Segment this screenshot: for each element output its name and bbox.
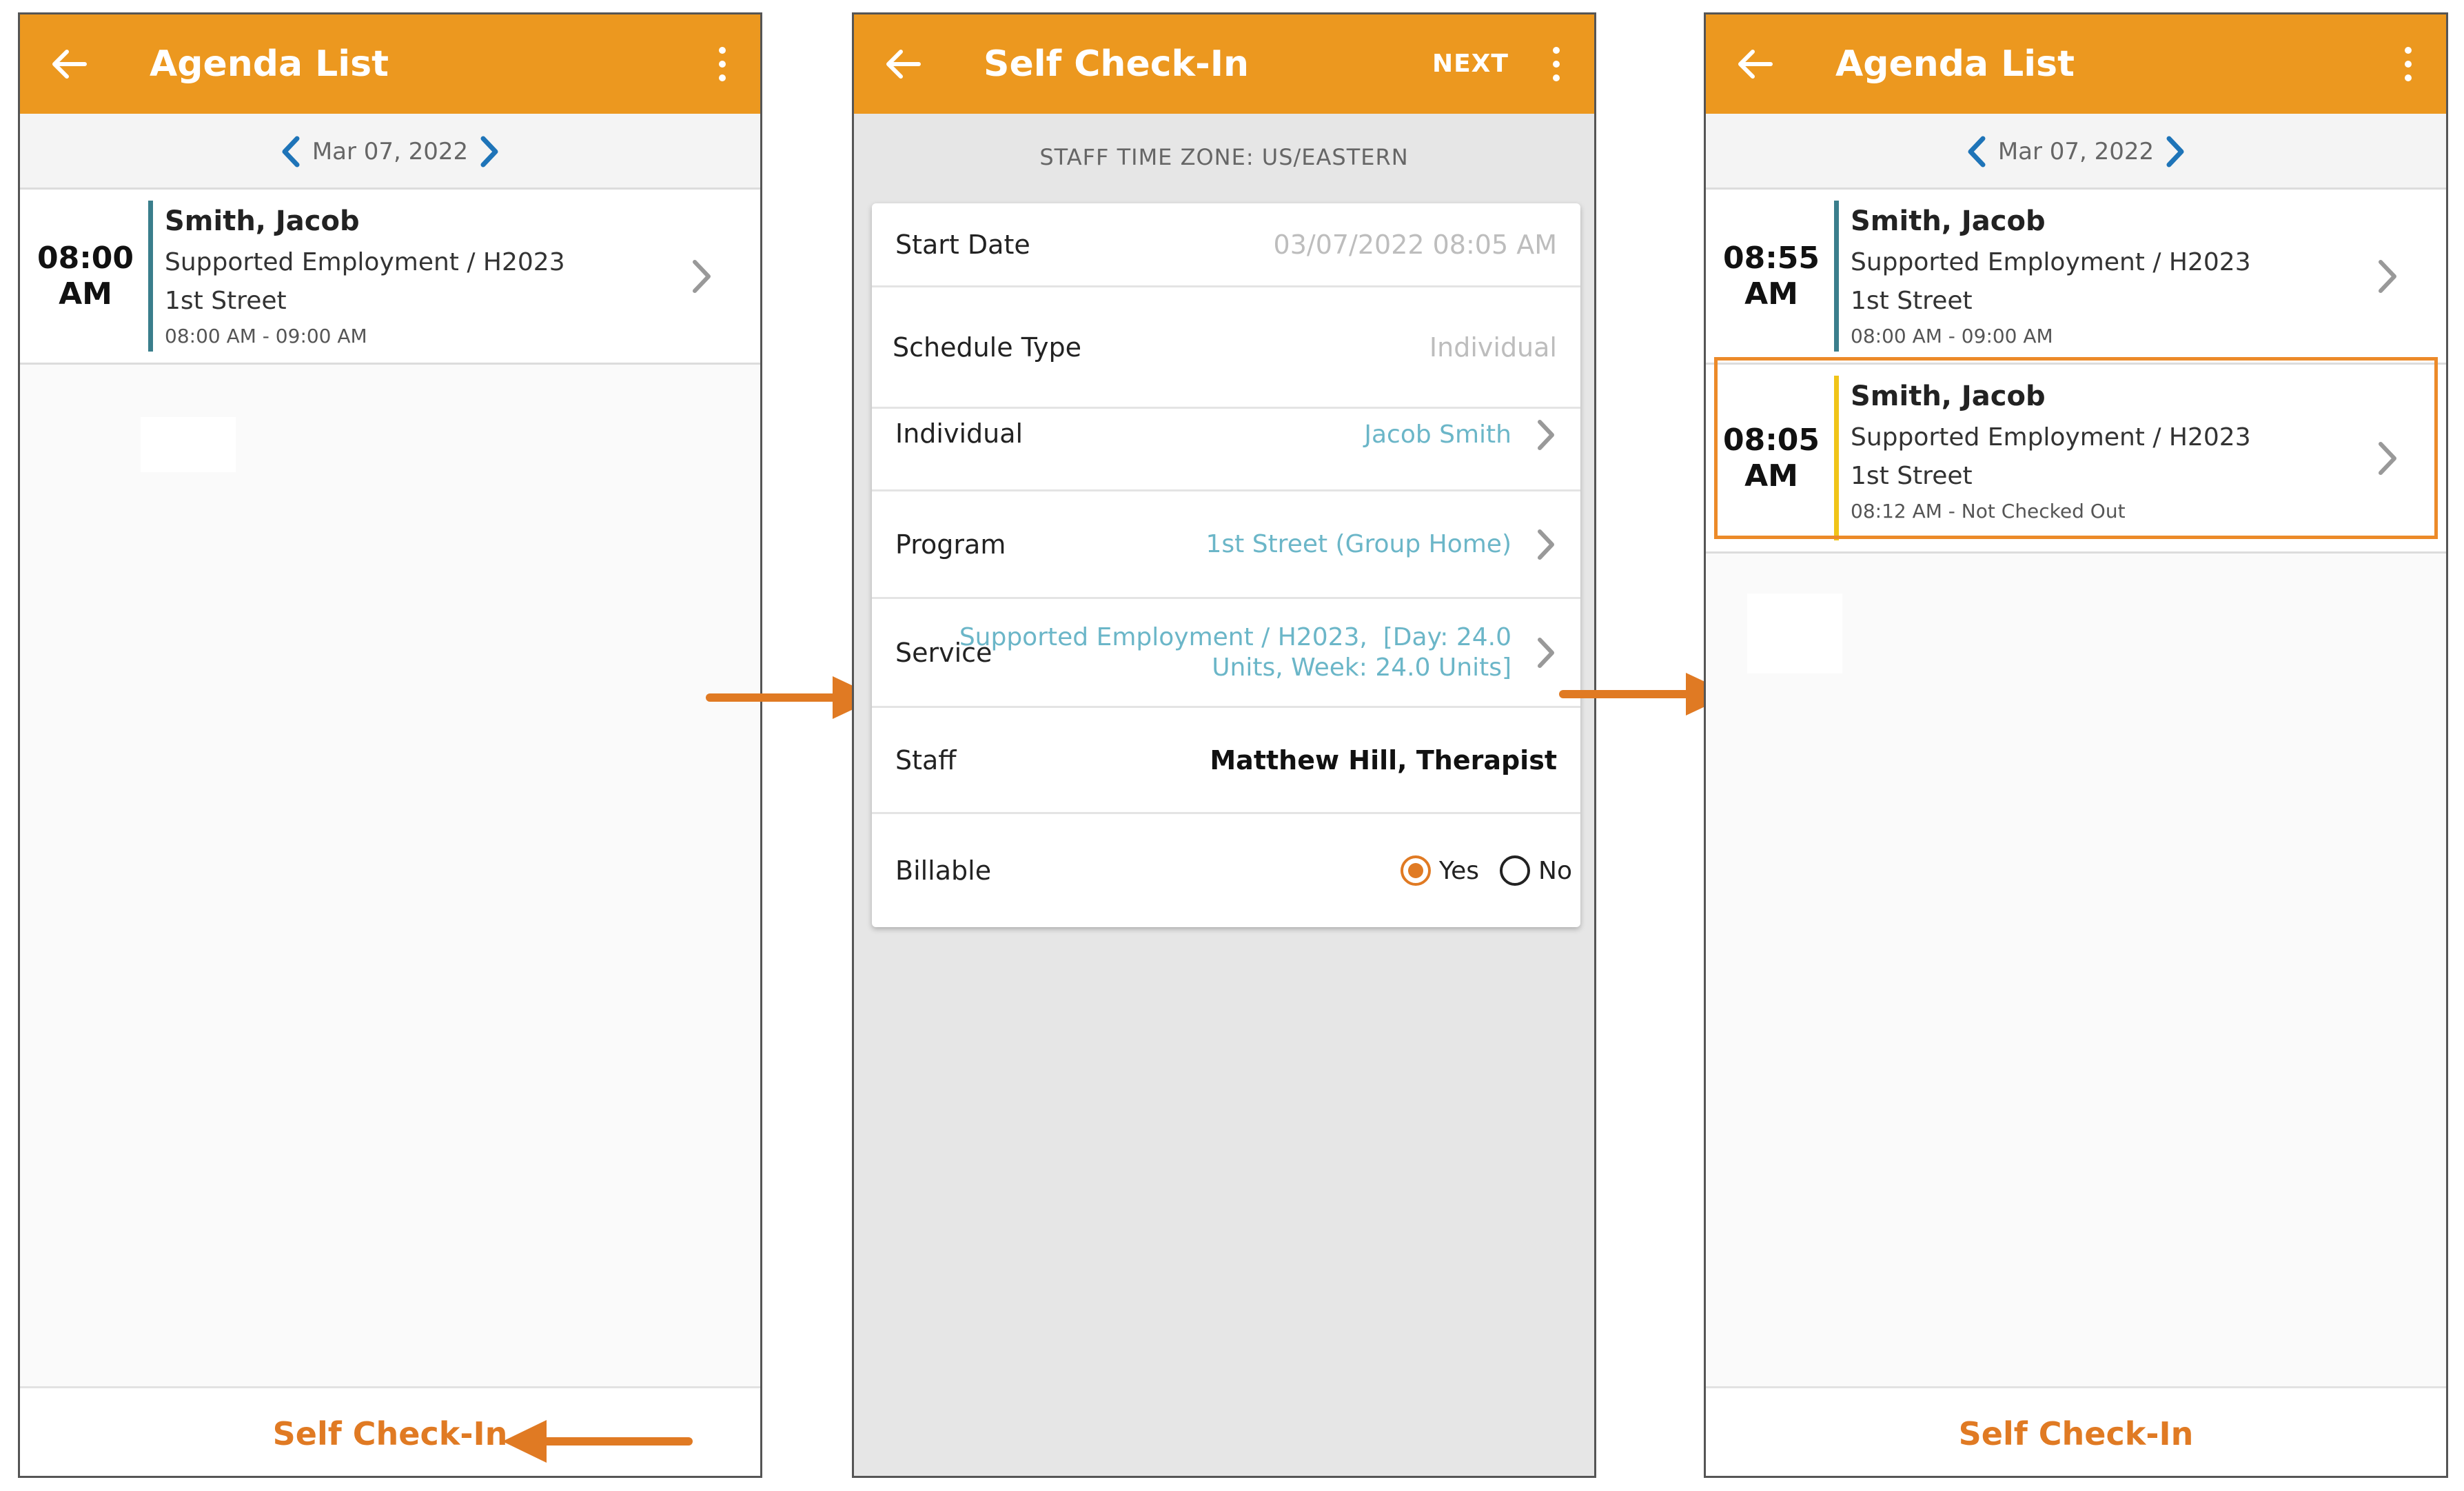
- chevron-right-icon: [693, 259, 711, 293]
- chevron-right-icon: [1538, 637, 1554, 668]
- agenda-item-location: 1st Street: [1851, 287, 1973, 315]
- agenda-item-service: Supported Employment / H2023: [1851, 248, 2251, 276]
- next-date-chevron-icon[interactable]: [2163, 134, 2187, 169]
- page-title: Agenda List: [150, 43, 389, 85]
- blank-placeholder: [1747, 594, 1842, 673]
- billable-radio-group: Yes No: [1400, 814, 1572, 927]
- back-arrow-icon[interactable]: [49, 43, 90, 85]
- back-arrow-icon[interactable]: [1735, 43, 1776, 85]
- bottom-bar: Self Check-In: [1706, 1386, 2446, 1476]
- agenda-time-period: AM: [1744, 276, 1798, 312]
- callout-arrow-left-icon: [502, 1420, 693, 1463]
- date-navigator: Mar 07, 2022: [1706, 114, 2446, 190]
- more-vert-icon[interactable]: [712, 43, 733, 85]
- individual-row[interactable]: Individual Jacob Smith: [872, 409, 1580, 491]
- page-title: Self Check-In: [984, 43, 1250, 85]
- chevron-right-icon: [1538, 529, 1554, 560]
- prev-date-chevron-icon[interactable]: [279, 134, 303, 169]
- app-bar: Agenda List: [20, 14, 760, 114]
- program-row[interactable]: Program 1st Street (Group Home): [872, 491, 1580, 599]
- date-navigator: Mar 07, 2022: [20, 114, 760, 190]
- individual-label: Individual: [895, 418, 1024, 449]
- next-date-chevron-icon[interactable]: [478, 134, 501, 169]
- self-check-in-screen: Self Check-In NEXT STAFF TIME ZONE: US/E…: [852, 12, 1596, 1478]
- agenda-item-name: Smith, Jacob: [1851, 205, 2046, 237]
- billable-yes-label: Yes: [1438, 856, 1480, 885]
- status-bar: [1834, 201, 1839, 352]
- check-in-form: Start Date 03/07/2022 08:05 AM Schedule …: [872, 203, 1580, 927]
- staff-value: Matthew Hill, Therapist: [1210, 744, 1557, 775]
- agenda-item-name: Smith, Jacob: [165, 205, 360, 237]
- app-bar: Self Check-In NEXT: [854, 14, 1594, 114]
- agenda-list-screen-updated: Agenda List Mar 07, 2022 08:55 AM Smith,…: [1704, 12, 2448, 1478]
- highlight-box: [1714, 357, 2438, 539]
- billable-no-radio[interactable]: [1500, 855, 1531, 886]
- agenda-item-times: 08:00 AM - 09:00 AM: [1851, 325, 2053, 347]
- more-vert-icon[interactable]: [2398, 43, 2419, 85]
- agenda-item-service: Supported Employment / H2023: [165, 248, 565, 276]
- chevron-right-icon: [1538, 420, 1554, 450]
- agenda-item[interactable]: 08:00 AM Smith, Jacob Supported Employme…: [20, 190, 760, 365]
- start-date-row[interactable]: Start Date 03/07/2022 08:05 AM: [872, 203, 1580, 287]
- chevron-right-icon: [2379, 259, 2396, 293]
- next-button[interactable]: NEXT: [1432, 14, 1509, 114]
- self-check-in-button[interactable]: Self Check-In: [1706, 1388, 2446, 1476]
- schedule-type-row: Schedule Type Individual: [872, 287, 1580, 409]
- current-date: Mar 07, 2022: [312, 138, 469, 165]
- billable-row: Billable Yes No: [872, 814, 1580, 927]
- staff-label: Staff: [895, 744, 957, 775]
- agenda-time-hour: 08:55: [1722, 240, 1820, 276]
- page-title: Agenda List: [1835, 43, 2075, 85]
- staff-row: Staff Matthew Hill, Therapist: [872, 708, 1580, 814]
- agenda-item-time: 08:00 AM: [20, 190, 151, 363]
- more-vert-icon[interactable]: [1546, 43, 1567, 85]
- service-row[interactable]: Service Supported Employment / H2023, [D…: [872, 599, 1580, 708]
- start-date-label: Start Date: [895, 229, 1030, 260]
- schedule-type-label: Schedule Type: [893, 332, 1081, 363]
- agenda-time-hour: 08:00: [37, 240, 134, 276]
- timezone-label: STAFF TIME ZONE: US/EASTERN: [1039, 144, 1409, 170]
- back-arrow-icon[interactable]: [883, 43, 924, 85]
- billable-no-label: No: [1538, 856, 1572, 885]
- billable-yes-radio[interactable]: [1400, 855, 1431, 886]
- billable-label: Billable: [895, 855, 992, 886]
- agenda-item-times: 08:00 AM - 09:00 AM: [165, 325, 367, 347]
- service-value: Supported Employment / H2023, [Day: 24.0…: [959, 599, 1511, 706]
- agenda-item-location: 1st Street: [165, 287, 287, 315]
- status-bar: [148, 201, 153, 352]
- program-label: Program: [895, 529, 1006, 560]
- agenda-item[interactable]: 08:55 AM Smith, Jacob Supported Employme…: [1706, 190, 2446, 365]
- schedule-type-value: Individual: [1429, 332, 1557, 363]
- program-value: 1st Street (Group Home): [1205, 529, 1512, 558]
- service-value-line1: Supported Employment / H2023, [Day: 24.0: [959, 622, 1511, 651]
- agenda-time-period: AM: [59, 276, 112, 312]
- current-date: Mar 07, 2022: [1997, 138, 2155, 165]
- prev-date-chevron-icon[interactable]: [1965, 134, 1988, 169]
- agenda-item-time: 08:55 AM: [1706, 190, 1837, 363]
- app-bar: Agenda List: [1706, 14, 2446, 114]
- service-value-line2: Units, Week: 24.0 Units]: [1212, 653, 1511, 682]
- individual-value: Jacob Smith: [1364, 420, 1511, 449]
- agenda-list-screen: Agenda List Mar 07, 2022 08:00 AM Smith,…: [18, 12, 762, 1478]
- start-date-value: 03/07/2022 08:05 AM: [1273, 229, 1557, 260]
- blank-placeholder: [141, 417, 236, 472]
